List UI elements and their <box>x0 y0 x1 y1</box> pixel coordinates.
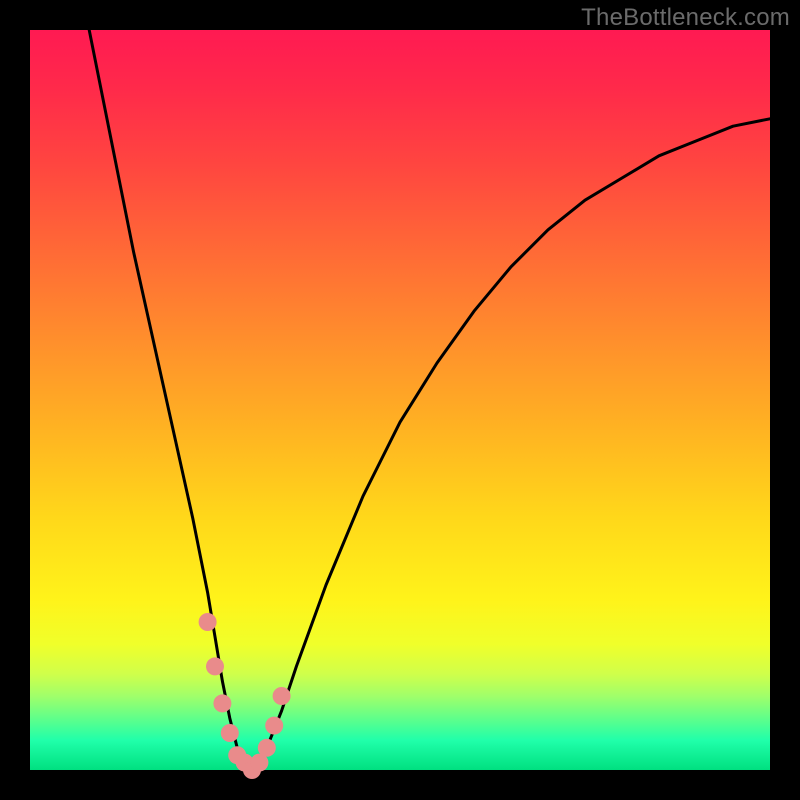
trough-markers <box>199 613 291 779</box>
trough-dot <box>265 717 283 735</box>
bottleneck-curve <box>89 30 770 770</box>
trough-dot <box>273 687 291 705</box>
chart-svg <box>30 30 770 770</box>
trough-dot <box>206 657 224 675</box>
outer-frame: TheBottleneck.com <box>0 0 800 800</box>
trough-dot <box>221 724 239 742</box>
trough-dot <box>213 694 231 712</box>
trough-dot <box>199 613 217 631</box>
watermark-text: TheBottleneck.com <box>581 4 790 32</box>
plot-area <box>30 30 770 770</box>
trough-dot <box>258 739 276 757</box>
